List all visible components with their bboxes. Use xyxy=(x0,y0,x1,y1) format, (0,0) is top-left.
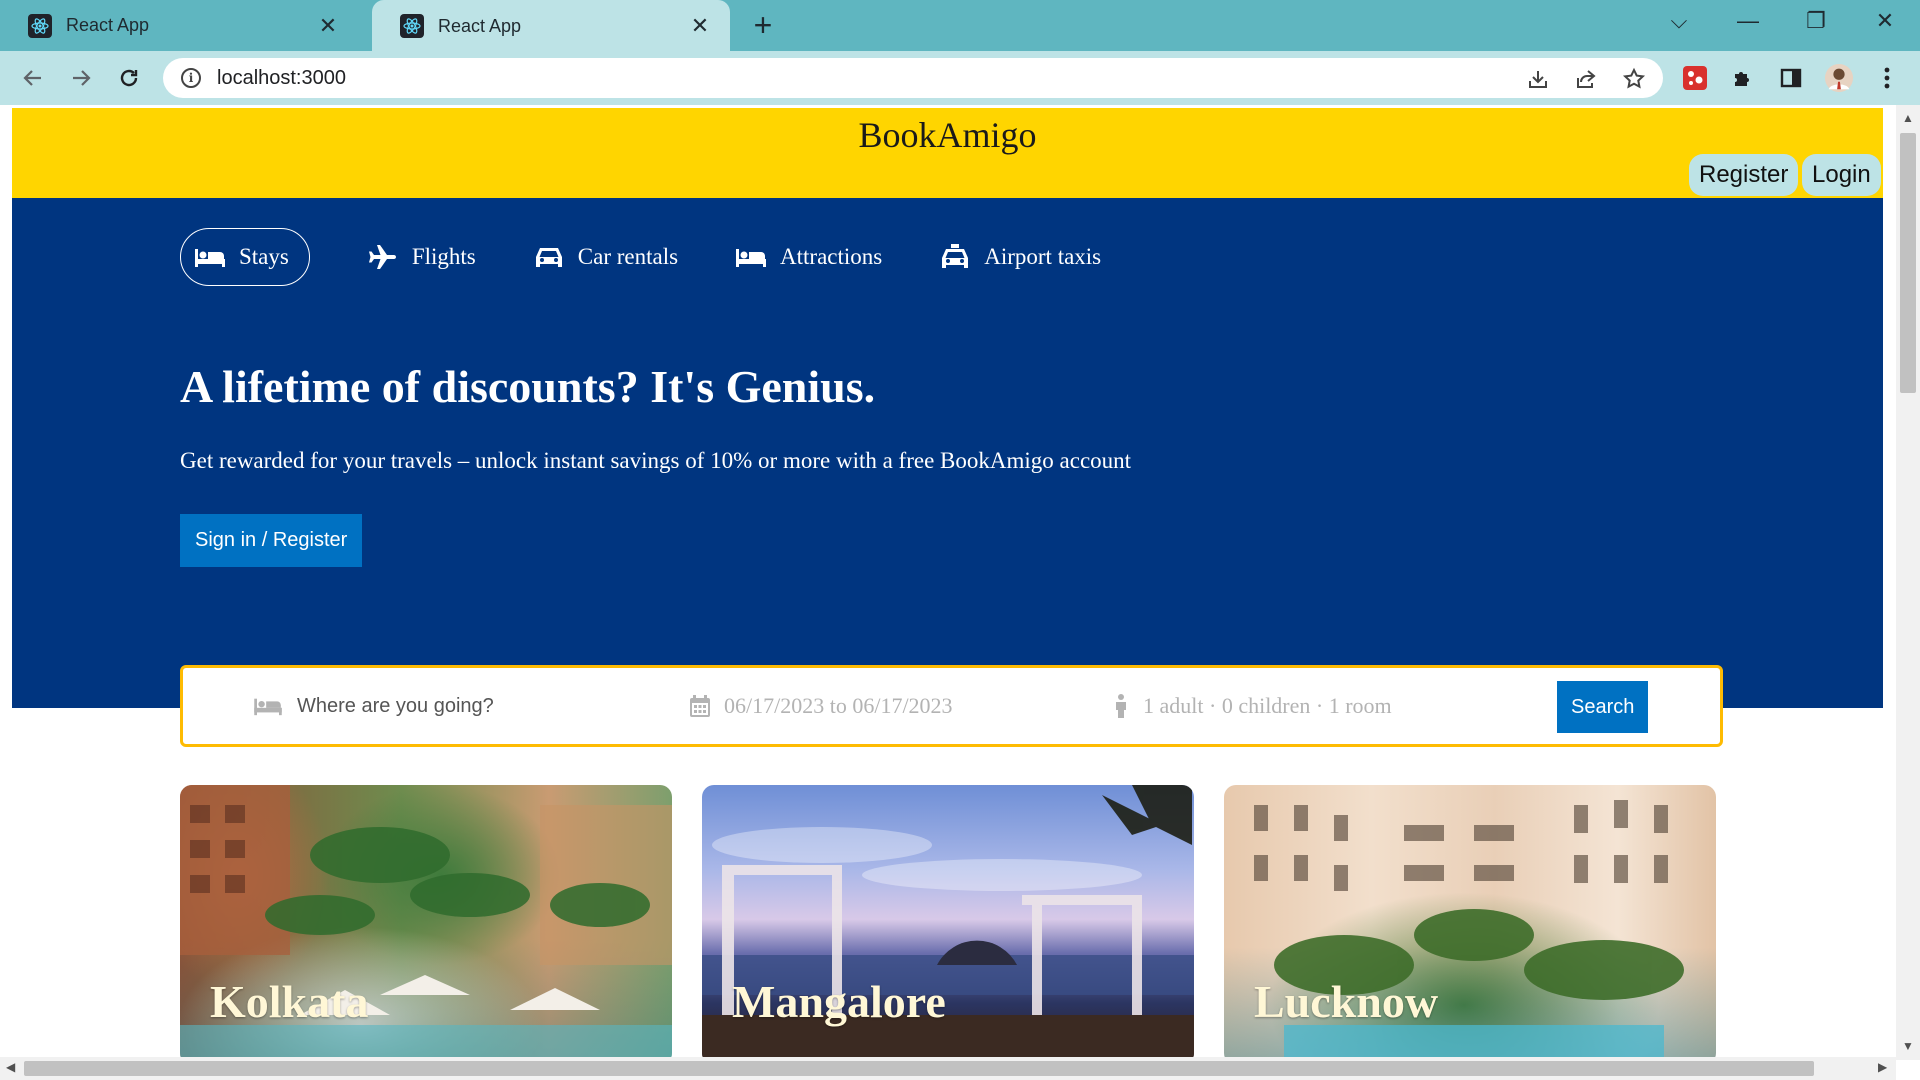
nav-item-airport-taxis[interactable]: Airport taxis xyxy=(940,228,1101,286)
tab-title: React App xyxy=(438,15,522,36)
extension-red-icon[interactable] xyxy=(1680,63,1710,93)
bed-icon xyxy=(195,249,225,267)
city-card-lucknow[interactable]: Lucknow xyxy=(1224,785,1716,1065)
tab-title: React App xyxy=(66,15,150,35)
react-icon xyxy=(28,13,52,38)
react-icon xyxy=(400,14,424,38)
nav-item-attractions[interactable]: Attractions xyxy=(736,228,882,286)
new-tab-button[interactable]: + xyxy=(748,9,778,41)
page-viewport: BookAmigo Register Login Stays Flights C… xyxy=(0,105,1920,1080)
plane-icon xyxy=(368,245,396,269)
city-name: Lucknow xyxy=(1254,976,1439,1027)
profile-avatar[interactable] xyxy=(1824,63,1854,93)
nav-item-flights[interactable]: Flights xyxy=(368,228,476,286)
kebab-menu-icon[interactable] xyxy=(1872,63,1902,93)
horizontal-scrollbar[interactable]: ◀ ▶ xyxy=(0,1057,1896,1080)
city-card-kolkata[interactable]: Kolkata xyxy=(180,785,672,1065)
forward-arrow-icon[interactable] xyxy=(65,62,97,94)
hero-title: A lifetime of discounts? It's Genius. xyxy=(180,361,876,412)
bed-icon xyxy=(736,249,767,267)
tab-close-icon[interactable]: ✕ xyxy=(316,13,340,39)
tab-close-icon[interactable]: ✕ xyxy=(688,13,712,39)
destination-input[interactable] xyxy=(297,694,597,718)
car-icon xyxy=(535,248,562,267)
bed-icon xyxy=(254,698,282,716)
tab-list-icon[interactable]: ⌵ xyxy=(1662,8,1696,34)
nav-item-label: Car rentals xyxy=(577,244,679,269)
scroll-down-arrow-icon[interactable]: ▼ xyxy=(1896,1039,1920,1053)
nav-item-label: Stays xyxy=(239,244,289,269)
taxi-icon xyxy=(942,244,969,268)
scroll-left-arrow-icon[interactable]: ◀ xyxy=(6,1060,15,1074)
sign-in-register-button[interactable]: Sign in / Register xyxy=(180,514,363,567)
browser-tabstrip: React App ✕ React App ✕ + ⌵ — ❐ ✕ xyxy=(0,0,1920,52)
nav-item-label: Flights xyxy=(411,244,476,269)
hero-section: Stays Flights Car rentals Attractions Ai… xyxy=(12,198,1883,708)
vertical-scrollbar[interactable]: ▲ ▼ xyxy=(1896,105,1920,1060)
nav-item-label: Airport taxis xyxy=(984,244,1102,269)
reload-icon[interactable] xyxy=(113,62,145,94)
horizontal-scroll-thumb[interactable] xyxy=(24,1061,1814,1076)
scroll-right-arrow-icon[interactable]: ▶ xyxy=(1878,1060,1887,1074)
address-bar[interactable]: i localhost:3000 xyxy=(163,58,1663,98)
calendar-icon xyxy=(690,695,710,717)
url-text: localhost:3000 xyxy=(217,66,346,89)
site-info-icon[interactable]: i xyxy=(181,68,201,88)
close-window-icon[interactable]: ✕ xyxy=(1868,8,1902,34)
restore-icon[interactable]: ❐ xyxy=(1799,8,1833,34)
install-icon[interactable] xyxy=(1525,66,1551,92)
back-arrow-icon[interactable] xyxy=(17,62,49,94)
browser-tab[interactable]: React App ✕ xyxy=(0,0,358,51)
browser-tab-active[interactable]: React App ✕ xyxy=(372,0,730,52)
category-nav: Stays Flights Car rentals Attractions Ai… xyxy=(180,228,1159,286)
search-button[interactable]: Search xyxy=(1557,681,1649,733)
login-button[interactable]: Login xyxy=(1802,154,1881,196)
nav-item-car-rentals[interactable]: Car rentals xyxy=(534,228,678,286)
share-icon[interactable] xyxy=(1573,66,1599,92)
hero-description: Get rewarded for your travels – unlock i… xyxy=(180,448,1132,473)
guests-field[interactable]: 1 adult · 0 children · 1 room xyxy=(1113,668,1392,744)
destination-field[interactable] xyxy=(253,668,597,744)
city-card-mangalore[interactable]: Mangalore xyxy=(702,785,1194,1065)
search-bar: 06/17/2023 to 06/17/2023 1 adult · 0 chi… xyxy=(180,665,1723,747)
site-header: BookAmigo Register Login xyxy=(12,108,1883,198)
date-field[interactable]: 06/17/2023 to 06/17/2023 xyxy=(690,668,953,744)
browser-toolbar: i localhost:3000 xyxy=(0,51,1920,105)
city-name: Mangalore xyxy=(732,976,946,1027)
minimize-icon[interactable]: — xyxy=(1731,8,1765,34)
person-icon xyxy=(1116,694,1126,718)
register-button[interactable]: Register xyxy=(1689,154,1799,196)
bookmark-star-icon[interactable] xyxy=(1621,66,1647,92)
puzzle-icon[interactable] xyxy=(1728,63,1758,93)
date-range-text: 06/17/2023 to 06/17/2023 xyxy=(724,693,953,718)
scroll-up-arrow-icon[interactable]: ▲ xyxy=(1896,111,1920,125)
city-name: Kolkata xyxy=(210,976,369,1027)
nav-item-label: Attractions xyxy=(780,244,883,269)
nav-item-stays[interactable]: Stays xyxy=(180,228,310,286)
sidepanel-icon[interactable] xyxy=(1776,63,1806,93)
guests-text: 1 adult · 0 children · 1 room xyxy=(1143,693,1392,718)
site-logo[interactable]: BookAmigo xyxy=(12,114,1883,156)
vertical-scroll-thumb[interactable] xyxy=(1900,133,1916,393)
